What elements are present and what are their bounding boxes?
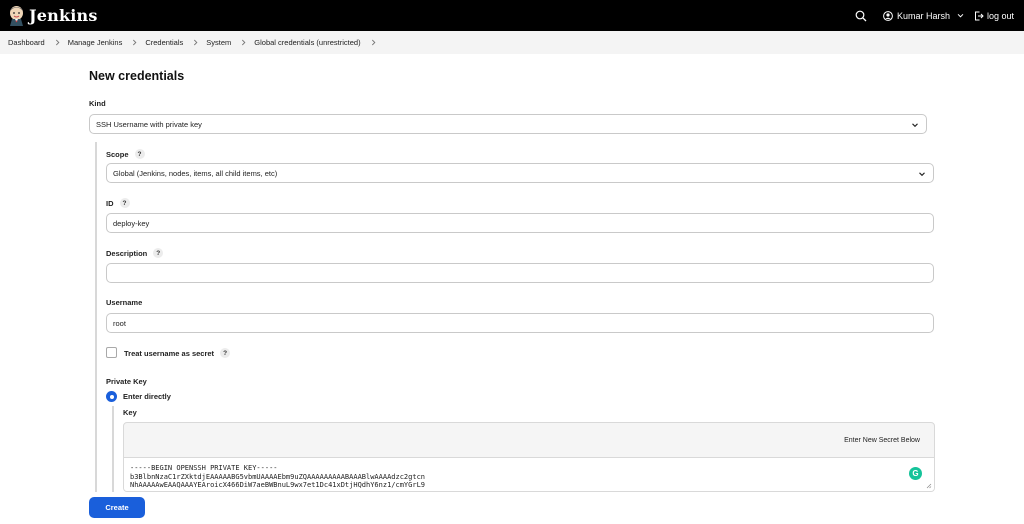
- search-icon[interactable]: [855, 10, 867, 22]
- private-key-label-text: Private Key: [106, 377, 147, 386]
- breadcrumb-label[interactable]: Global credentials (unrestricted): [254, 38, 360, 47]
- help-icon[interactable]: ?: [134, 149, 145, 159]
- id-label-text: ID: [106, 198, 114, 208]
- chevron-right-icon: [55, 39, 60, 46]
- breadcrumb-global-credentials[interactable]: Global credentials (unrestricted): [254, 38, 383, 47]
- kind-label: Kind: [89, 99, 106, 108]
- breadcrumb-dashboard[interactable]: Dashboard: [8, 38, 68, 47]
- description-label-text: Description: [106, 248, 148, 258]
- private-key-box: Enter New Secret Below -----BEGIN OPENSS…: [123, 422, 935, 492]
- grammarly-icon[interactable]: G: [909, 467, 922, 480]
- nested-key-border: [112, 406, 114, 492]
- help-icon[interactable]: ?: [119, 198, 130, 208]
- user-icon: [883, 10, 893, 21]
- logout-icon: [974, 11, 984, 20]
- key-label: Key: [123, 408, 137, 417]
- breadcrumb-label[interactable]: Dashboard: [8, 38, 45, 47]
- logout-label: log out: [986, 10, 1014, 21]
- help-icon[interactable]: ?: [220, 348, 231, 358]
- id-value: deploy-key: [113, 218, 150, 228]
- scope-value: Global (Jenkins, nodes, items, all child…: [113, 168, 278, 178]
- description-input[interactable]: [106, 263, 934, 283]
- chevron-down-icon: [957, 13, 964, 18]
- chevron-right-icon: [194, 39, 198, 46]
- username-input[interactable]: root: [106, 313, 934, 333]
- breadcrumb-label[interactable]: Manage Jenkins: [68, 38, 123, 47]
- top-bar: Jenkins Kumar Harsh log out: [0, 0, 1024, 31]
- kind-select[interactable]: SSH Username with private key: [89, 114, 927, 134]
- user-menu[interactable]: Kumar Harsh: [883, 11, 964, 21]
- enter-directly-radio[interactable]: [106, 391, 117, 402]
- breadcrumb-manage-jenkins[interactable]: Manage Jenkins: [68, 38, 146, 47]
- username-label: Username: [106, 298, 142, 307]
- breadcrumb: Dashboard Manage Jenkins Credentials Sys…: [0, 31, 1024, 54]
- breadcrumb-system[interactable]: System: [206, 38, 254, 47]
- username-label-text: Username: [106, 298, 143, 307]
- scope-label-text: Scope: [106, 149, 129, 159]
- private-key-label: Private Key: [106, 377, 147, 386]
- kind-value: SSH Username with private key: [96, 119, 202, 129]
- id-label: ID ?: [106, 198, 130, 208]
- scope-label: Scope ?: [106, 149, 145, 159]
- private-key-textarea[interactable]: -----BEGIN OPENSSH PRIVATE KEY----- b3Bl…: [124, 457, 934, 491]
- scope-select[interactable]: Global (Jenkins, nodes, items, all child…: [106, 163, 934, 183]
- logout-link[interactable]: log out: [974, 11, 1014, 21]
- bottom-action-bar: [0, 492, 1024, 524]
- resize-handle-icon[interactable]: [926, 483, 932, 489]
- jenkins-logo-icon: [10, 5, 23, 26]
- nested-section-border: [95, 142, 97, 492]
- username-secret-label-text[interactable]: Treat username as secret: [124, 349, 214, 358]
- page-title: New credentials: [89, 69, 185, 83]
- create-button[interactable]: Create: [89, 497, 145, 518]
- description-label: Description ?: [106, 248, 164, 258]
- user-name: Kumar Harsh: [896, 10, 950, 21]
- chevron-right-icon: [133, 39, 137, 46]
- enter-directly-label[interactable]: Enter directly: [123, 392, 171, 401]
- username-secret-label[interactable]: Treat username as secret ?: [124, 348, 231, 358]
- chevron-down-icon: [919, 172, 925, 177]
- breadcrumb-credentials[interactable]: Credentials: [145, 38, 206, 47]
- chevron-down-icon: [912, 123, 918, 128]
- username-value: root: [113, 318, 126, 328]
- secret-header: Enter New Secret Below: [844, 437, 920, 444]
- chevron-right-icon: [371, 39, 376, 46]
- key-label-text: Key: [123, 408, 137, 417]
- help-icon[interactable]: ?: [153, 248, 164, 258]
- breadcrumb-label[interactable]: System: [206, 38, 231, 47]
- enter-directly-label-text[interactable]: Enter directly: [123, 392, 171, 401]
- id-input[interactable]: deploy-key: [106, 213, 934, 233]
- kind-label-text: Kind: [89, 99, 106, 108]
- app-title: Jenkins: [29, 5, 98, 25]
- breadcrumb-label[interactable]: Credentials: [145, 38, 183, 47]
- chevron-right-icon: [242, 39, 246, 46]
- home-link[interactable]: Jenkins: [8, 4, 98, 26]
- username-secret-checkbox[interactable]: [106, 347, 117, 358]
